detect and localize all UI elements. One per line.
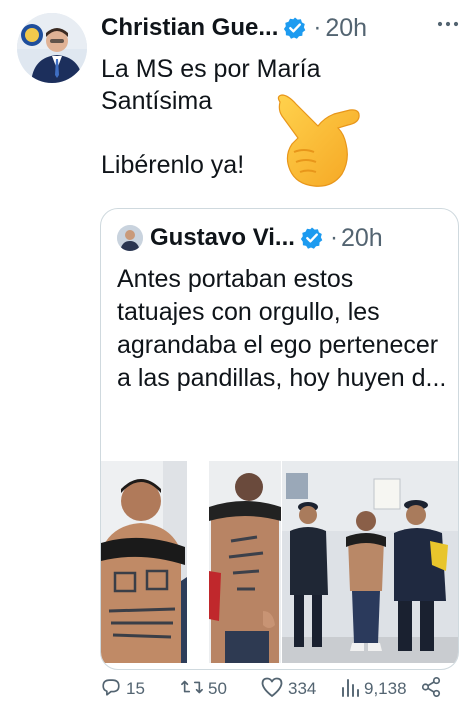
separator-dot: · xyxy=(313,14,322,41)
like-button[interactable]: 334 xyxy=(260,672,316,706)
tattooed-man-front-photo[interactable] xyxy=(101,461,187,663)
author-name[interactable]: Christian Gue... xyxy=(101,14,278,42)
share-button[interactable] xyxy=(420,672,446,706)
tweet-header: Christian Gue... · 20h xyxy=(101,8,367,48)
views-count: 9,138 xyxy=(364,679,407,698)
quoted-tweet[interactable]: Gustavo Vi... · 20h Antes portaban estos… xyxy=(100,208,459,670)
tattooed-man-back-photo[interactable] xyxy=(209,461,281,663)
author-avatar[interactable] xyxy=(17,13,87,83)
quoted-time[interactable]: 20h xyxy=(341,224,383,253)
quoted-verified-badge-icon xyxy=(300,226,324,250)
quoted-author-avatar[interactable] xyxy=(117,225,143,251)
quoted-separator-dot: · xyxy=(329,224,338,251)
quoted-header: Gustavo Vi... · 20h xyxy=(117,221,383,255)
verified-badge-icon xyxy=(283,16,307,40)
quoted-photo-grid xyxy=(101,461,458,663)
like-count: 334 xyxy=(288,679,317,698)
quoted-author-name[interactable]: Gustavo Vi... xyxy=(150,224,295,252)
tweet-actions-bar: 15 50 334 9,138 xyxy=(100,672,460,706)
share-icon xyxy=(420,676,446,703)
tweet-time[interactable]: 20h xyxy=(325,14,367,43)
police-escort-photo[interactable] xyxy=(282,461,458,663)
pointing-hand-emoji xyxy=(274,94,364,190)
heart-icon xyxy=(260,676,288,703)
views-button[interactable]: 9,138 xyxy=(340,672,407,706)
views-icon xyxy=(340,676,364,703)
reply-button[interactable]: 15 xyxy=(100,672,145,706)
reply-count: 15 xyxy=(126,679,145,698)
more-icon[interactable] xyxy=(436,12,460,42)
retweet-button[interactable]: 50 xyxy=(180,672,227,706)
reply-icon xyxy=(100,676,126,703)
retweet-icon xyxy=(180,676,208,703)
quoted-text: Antes portaban estos tatuajes con orgull… xyxy=(117,265,447,392)
retweet-count: 50 xyxy=(208,679,227,698)
